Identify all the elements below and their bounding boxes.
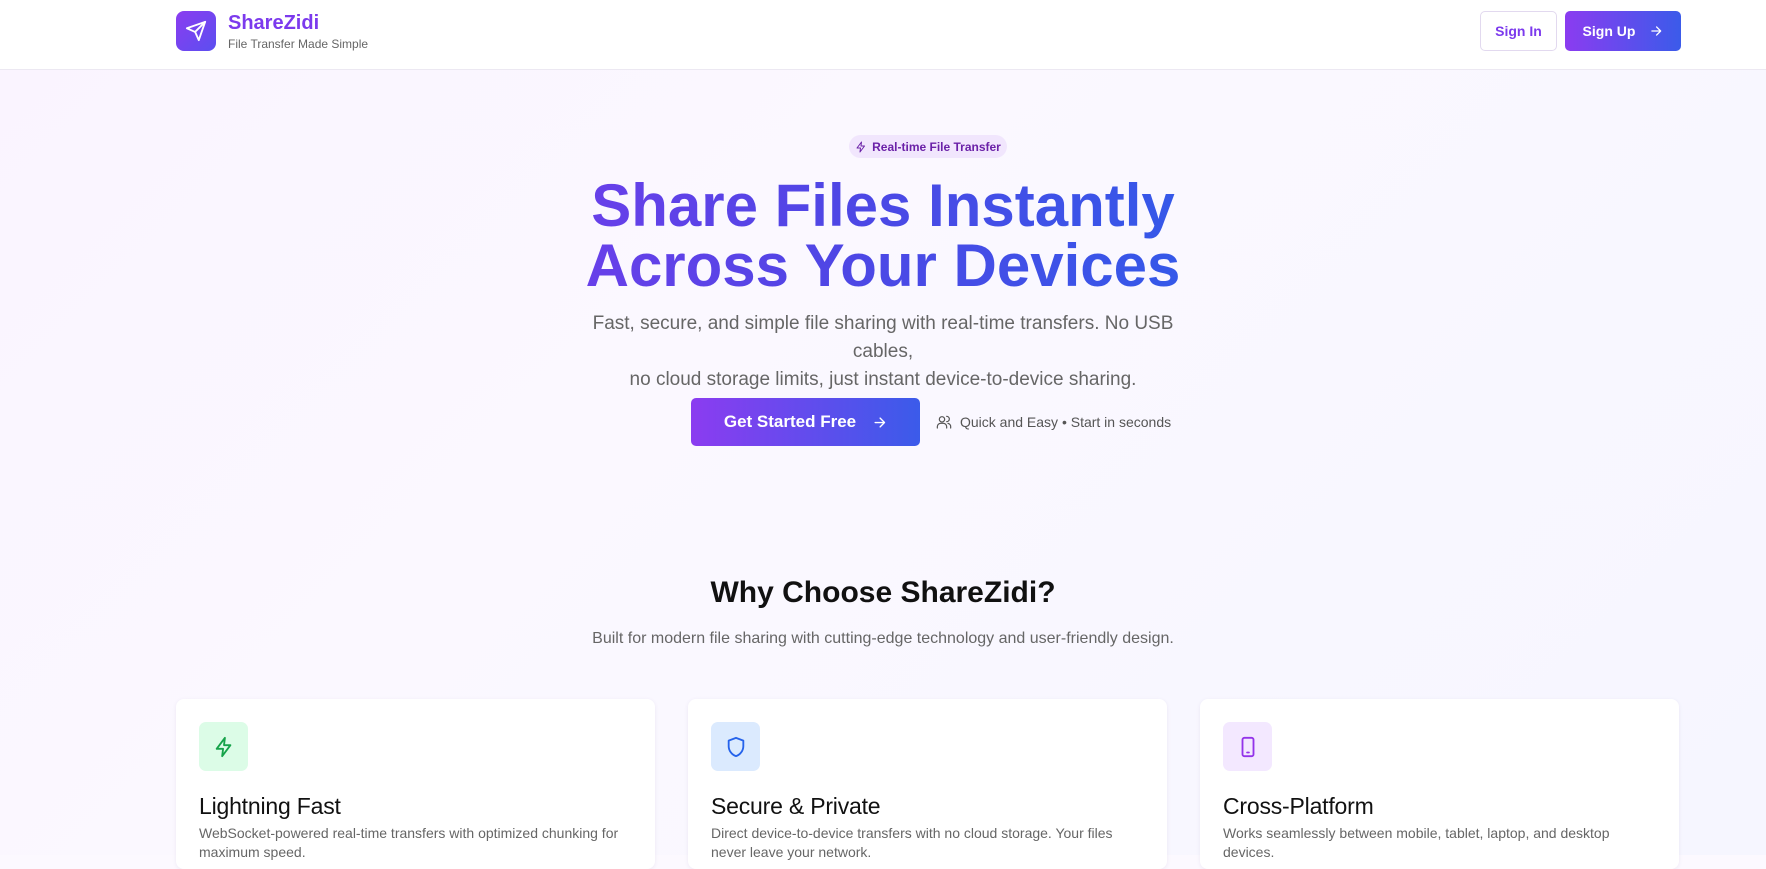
hero-title: Share Files Instantly Across Your Device… (383, 176, 1383, 296)
feature-title: Secure & Private (711, 793, 881, 819)
brand[interactable]: ShareZidi File Transfer Made Simple (176, 11, 368, 51)
tablet-icon (1223, 722, 1272, 771)
hero-title-line2: Across Your Devices (585, 232, 1181, 299)
feature-title: Cross-Platform (1223, 793, 1374, 819)
feature-card-cross-platform: Cross-Platform Works seamlessly between … (1200, 699, 1679, 869)
feature-card-lightning: Lightning Fast WebSocket-powered real-ti… (176, 699, 655, 869)
cta-note: Quick and Easy • Start in seconds (936, 412, 1171, 432)
feature-description: Works seamlessly between mobile, tablet,… (1223, 825, 1610, 860)
site-header: ShareZidi File Transfer Made Simple Sign… (0, 0, 1766, 70)
sign-in-label: Sign In (1495, 23, 1542, 39)
hero-subtitle: Fast, secure, and simple file sharing wi… (583, 310, 1183, 394)
users-icon (936, 415, 952, 429)
hero-title-line1: Share Files Instantly (591, 172, 1175, 239)
zap-icon (199, 722, 248, 771)
get-started-button[interactable]: Get Started Free (691, 398, 920, 446)
get-started-label: Get Started Free (723, 412, 857, 431)
feature-description: Direct device-to-device transfers with n… (711, 825, 1113, 860)
sign-up-label: Sign Up (1582, 23, 1636, 39)
zap-icon (856, 141, 866, 152)
sign-up-button[interactable]: Sign Up (1565, 11, 1681, 51)
brand-name: ShareZidi (228, 12, 320, 34)
hero-badge: Real-time File Transfer (849, 135, 1007, 158)
arrow-right-icon (874, 416, 886, 428)
section-title: Why Choose ShareZidi? (710, 576, 1056, 609)
send-icon (176, 11, 216, 51)
hero-subtitle-line1: Fast, secure, and simple file sharing wi… (592, 313, 1174, 362)
section-subtitle: Built for modern file sharing with cutti… (592, 630, 1174, 647)
feature-card-secure: Secure & Private Direct device-to-device… (688, 699, 1167, 869)
arrow-right-icon (1651, 26, 1662, 36)
hero-badge-label: Real-time File Transfer (872, 139, 1001, 154)
hero-subtitle-line2: no cloud storage limits, just instant de… (629, 369, 1137, 390)
feature-description: WebSocket-powered real-time transfers wi… (199, 825, 619, 860)
sign-in-button[interactable]: Sign In (1480, 11, 1557, 51)
brand-tagline: File Transfer Made Simple (228, 37, 369, 51)
shield-icon (711, 722, 760, 771)
cta-note-text: Quick and Easy • Start in seconds (960, 414, 1172, 430)
feature-title: Lightning Fast (199, 793, 341, 819)
